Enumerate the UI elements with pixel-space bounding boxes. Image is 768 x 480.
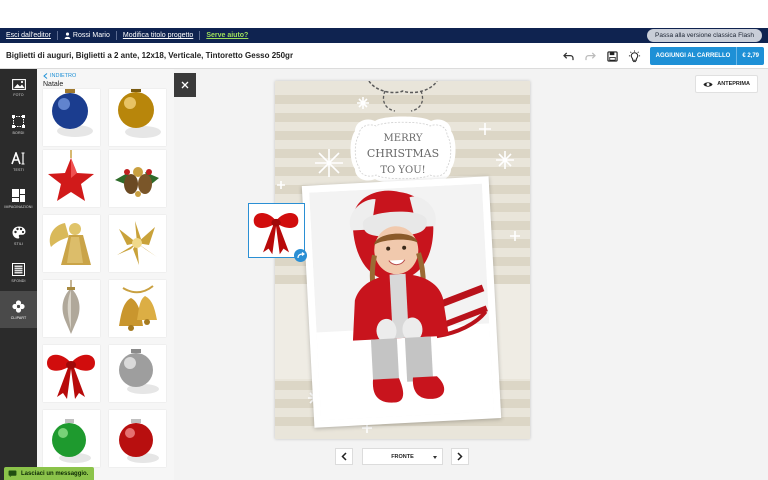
caret-down-icon (433, 456, 437, 459)
chevron-right-icon (457, 452, 463, 461)
browser-top-strip (0, 0, 768, 28)
gold-angel-icon (49, 223, 91, 265)
clipart-silver-bauble[interactable] (109, 345, 166, 402)
clipart-panel: INDIETRO Natale (37, 69, 174, 480)
background-icon (12, 262, 25, 276)
user-account[interactable]: Rossi Mario (58, 32, 116, 39)
preview-button[interactable]: ANTEPRIMA (695, 75, 758, 93)
sidebar-item-label: STILI (13, 241, 24, 246)
undo-icon (563, 51, 574, 60)
leave-message-label: Lasciaci un messaggio. (21, 470, 89, 477)
layout-icon (12, 188, 25, 202)
redo-button[interactable] (580, 46, 602, 66)
gold-bauble-icon (118, 89, 161, 138)
gold-bells-icon (119, 285, 157, 331)
top-nav-bar: Esci dall'editor Rossi Mario Modifica ti… (0, 28, 768, 43)
add-to-cart-label: AGGIUNGI AL CARRELLO (655, 53, 731, 59)
sidebar-item-photos[interactable]: FOTO (0, 69, 37, 106)
clipart-red-bow[interactable] (43, 345, 100, 402)
clipart-category-title: Natale (43, 81, 64, 88)
card-text-line-2: CHRISTMAS (367, 147, 439, 160)
blue-bauble-icon (52, 89, 93, 137)
text-icon (11, 151, 25, 164)
preview-label: ANTEPRIMA (717, 81, 750, 87)
clipart-pinecone-decoration[interactable] (109, 150, 166, 207)
editor-app: Esci dall'editor Rossi Mario Modifica ti… (0, 0, 768, 480)
chevron-left-icon (43, 73, 48, 79)
rotate-handle[interactable] (294, 249, 307, 262)
user-icon (64, 32, 71, 39)
sidebar-item-label: FOTO (13, 92, 24, 97)
back-label: INDIETRO (50, 73, 77, 79)
close-panel-button[interactable] (174, 73, 196, 97)
clipart-gold-bells[interactable] (109, 280, 166, 337)
exit-editor-link[interactable]: Esci dall'editor (0, 32, 57, 39)
leave-message-button[interactable]: Lasciaci un messaggio. (4, 467, 95, 480)
silver-ornament-icon (62, 280, 80, 334)
chevron-left-icon (341, 452, 347, 461)
child-in-snow-photo (309, 183, 494, 421)
clipart-green-bauble[interactable] (43, 410, 100, 467)
clipart-gold-bow[interactable] (109, 215, 166, 272)
sidebar-item-layouts[interactable]: IMPAGINAZIONI (0, 180, 37, 217)
rotate-arrow-icon (296, 251, 305, 258)
edit-project-title-link[interactable]: Modifica titolo progetto (117, 32, 199, 39)
clipart-red-star[interactable] (43, 150, 100, 207)
save-button[interactable] (602, 46, 624, 66)
help-link[interactable]: Serve aiuto? (200, 32, 254, 39)
save-icon (607, 50, 618, 62)
undo-button[interactable] (558, 46, 580, 66)
card-text-line-1: MERRY (384, 133, 423, 144)
red-star-icon (48, 150, 94, 201)
clipart-gold-bauble[interactable] (109, 89, 166, 146)
user-name: Rossi Mario (72, 32, 110, 39)
green-bauble-icon (52, 419, 91, 463)
card-photo-frame[interactable] (301, 176, 502, 428)
card-text-line-3: TO YOU! (380, 165, 425, 176)
previous-page-button[interactable] (335, 448, 353, 465)
tool-sidebar: FOTO BORDI TESTI IMPAGINAZIONI STILI SFO… (0, 69, 37, 480)
palette-icon (12, 226, 25, 238)
frame-icon (12, 114, 25, 128)
red-bow-icon (253, 213, 299, 255)
add-to-cart-button[interactable]: AGGIUNGI AL CARRELLO € 2,79 (649, 47, 764, 65)
cart-price: € 2,79 (736, 47, 764, 65)
pinecone-decoration-icon (115, 167, 159, 197)
clipart-silver-ornament[interactable] (43, 280, 100, 337)
back-link[interactable]: INDIETRO (43, 73, 76, 79)
clipart-gold-angel[interactable] (43, 215, 100, 272)
silver-bauble-icon (119, 349, 159, 394)
image-icon (11, 78, 26, 90)
close-icon (181, 81, 189, 89)
chat-icon (8, 470, 17, 477)
next-page-button[interactable] (451, 448, 469, 465)
sidebar-item-backgrounds[interactable]: SFONDI (0, 254, 37, 291)
sidebar-item-styles[interactable]: STILI (0, 217, 37, 254)
editor-toolbar: AGGIUNGI AL CARRELLO € 2,79 (558, 46, 764, 66)
sidebar-item-label: SFONDI (11, 278, 26, 283)
eye-icon (703, 81, 713, 87)
project-title-bar: Biglietti di auguri, Biglietti a 2 ante,… (0, 43, 768, 69)
page-select[interactable]: FRONTE (362, 448, 443, 465)
red-bow-icon (47, 354, 95, 399)
product-title: Biglietti di auguri, Biglietti a 2 ante,… (6, 51, 294, 60)
flash-version-button[interactable]: Passa alla versione classica Flash (647, 29, 762, 42)
sidebar-item-borders[interactable]: BORDI (0, 106, 37, 143)
gold-bow-icon (117, 221, 157, 265)
sidebar-item-clipart[interactable]: CLIPART (0, 291, 37, 328)
sidebar-item-label: BORDI (12, 130, 25, 135)
redo-icon (585, 51, 597, 60)
sidebar-item-label: IMPAGINAZIONI (4, 204, 33, 209)
clipart-icon (12, 299, 25, 313)
tips-button[interactable] (624, 46, 646, 66)
sidebar-item-label: TESTI (13, 167, 24, 172)
lightbulb-icon (629, 49, 641, 62)
sidebar-item-texts[interactable]: TESTI (0, 143, 37, 180)
red-bauble-icon (119, 419, 159, 463)
sidebar-item-label: CLIPART (10, 315, 27, 320)
clipart-red-bauble[interactable] (109, 410, 166, 467)
clipart-blue-bauble[interactable] (43, 89, 100, 146)
page-select-value: FRONTE (391, 453, 414, 460)
